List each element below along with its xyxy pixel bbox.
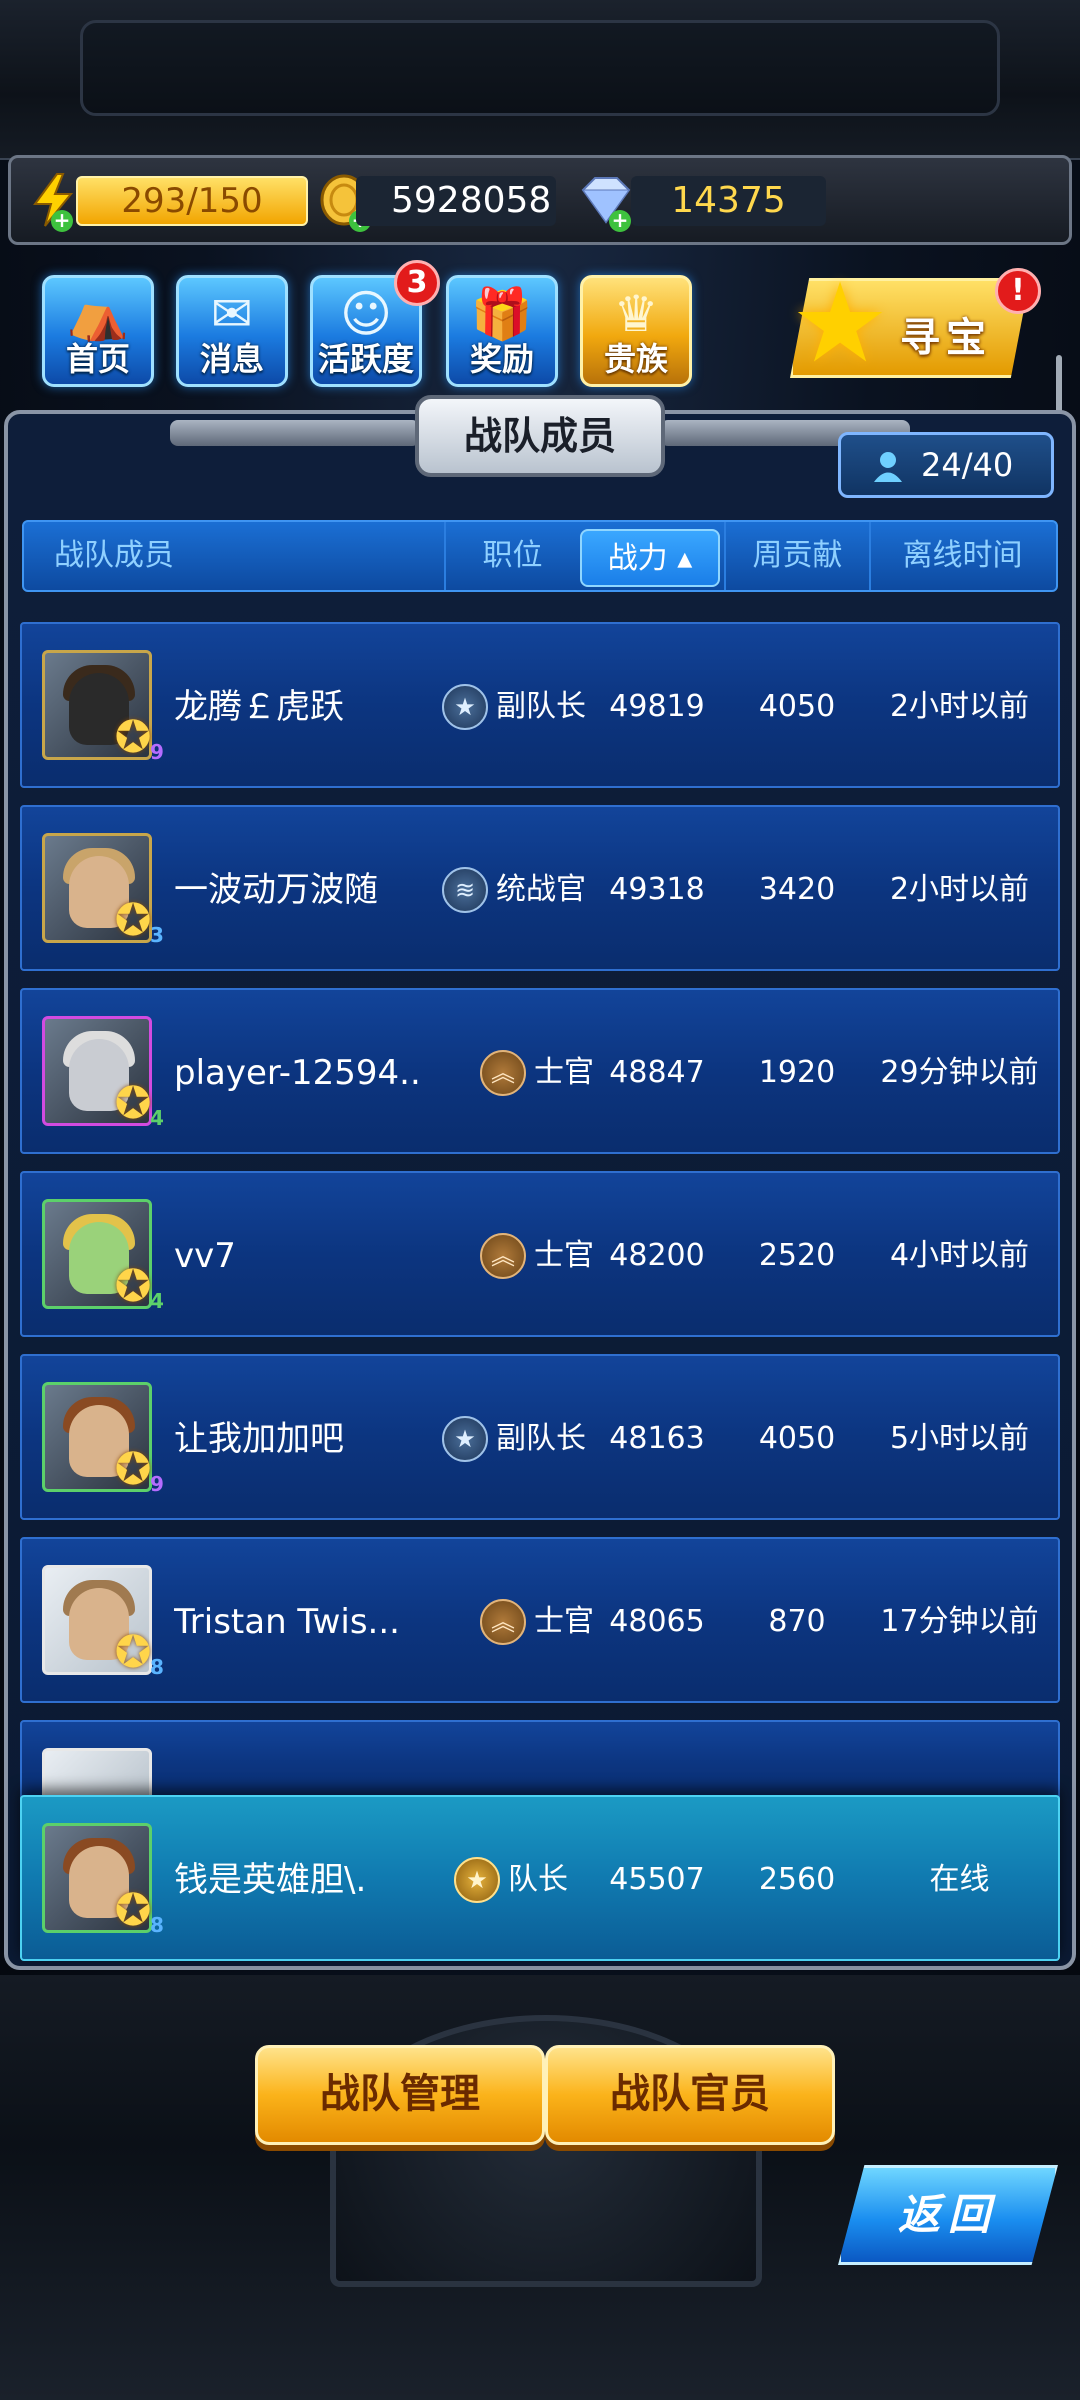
team-manage-button[interactable]: 战队管理 xyxy=(255,2045,545,2145)
member-name: player-12594... xyxy=(174,1053,424,1093)
captain-icon: ★ xyxy=(454,1857,500,1903)
member-power: 48163 xyxy=(609,1421,705,1456)
member-name: 让我加加吧 xyxy=(174,1419,344,1459)
member-offline: 2小时以前 xyxy=(889,872,1030,907)
nav-noble-label: 贵族 xyxy=(603,340,668,378)
member-name: 一波动万波随 xyxy=(174,870,378,910)
rank-level: 9 xyxy=(150,740,164,764)
member-power: 48065 xyxy=(609,1604,705,1639)
resource-bar: + 293/150 + 5928058 + 14375 xyxy=(8,155,1072,245)
rank-level: 4 xyxy=(150,1106,164,1130)
table-row[interactable]: ✪ 4 vv7 ︽ 士官 48200 2520 4小时以前 xyxy=(20,1171,1060,1337)
sergeant-icon: ︽ xyxy=(480,1050,526,1096)
member-power: 49318 xyxy=(609,872,705,907)
table-row[interactable]: ✪ 9 龙腾￡虎跃 ★ 副队长 49819 4050 2小时以前 xyxy=(20,622,1060,788)
table-header: 战队成员 职位 战力 ▴ 周贡献 离线时间 xyxy=(22,520,1058,592)
member-role: 士官 xyxy=(534,1055,594,1090)
member-weekly: 2560 xyxy=(758,1862,836,1897)
nav-noble-button[interactable]: ♛ 贵族 xyxy=(580,275,692,387)
commander-icon: ≋ xyxy=(442,867,488,913)
self-member-row[interactable]: ✪ 8 钱是英雄胆\. ★ 队长 45507 2560 在线 xyxy=(20,1795,1060,1961)
member-count-badge: 24/40 xyxy=(838,432,1054,498)
rank-level: 8 xyxy=(150,1913,164,1937)
member-role: 副队长 xyxy=(496,1421,586,1456)
back-button[interactable]: 返回 xyxy=(838,2165,1058,2265)
gold-value: 5928058 xyxy=(356,176,556,226)
member-offline: 2小时以前 xyxy=(889,689,1030,724)
add-energy-icon[interactable]: + xyxy=(51,210,73,232)
panel-title: 战队成员 xyxy=(415,395,665,477)
treasure-hunt-label: 寻宝 xyxy=(900,315,992,361)
member-weekly: 4050 xyxy=(758,689,836,724)
member-role: 士官 xyxy=(534,1238,594,1273)
member-name: 钱是英雄胆\. xyxy=(174,1860,367,1900)
header-member: 战队成员 xyxy=(54,538,174,573)
header-position[interactable]: 职位 xyxy=(444,522,579,590)
sergeant-icon: ︽ xyxy=(480,1599,526,1645)
star-jet-icon: ★ xyxy=(790,259,890,387)
member-weekly: 3420 xyxy=(758,872,836,907)
table-row[interactable]: ✪ 8 Tristan Twis... ︽ 士官 48065 870 17分钟以… xyxy=(20,1537,1060,1703)
member-weekly: 4050 xyxy=(758,1421,836,1456)
add-gems-icon[interactable]: + xyxy=(609,210,631,232)
member-power: 48847 xyxy=(609,1055,705,1090)
member-offline: 17分钟以前 xyxy=(880,1604,1039,1639)
rank-level: 3 xyxy=(150,923,164,947)
nav-messages-label: 消息 xyxy=(199,340,264,378)
member-power: 48200 xyxy=(609,1238,705,1273)
member-name: Tristan Twis... xyxy=(174,1602,400,1642)
nav-messages-button[interactable]: ✉ 消息 xyxy=(176,275,288,387)
nav-rewards-button[interactable]: 🎁 奖励 xyxy=(446,275,558,387)
member-weekly: 870 xyxy=(768,1604,826,1639)
title-wing-left xyxy=(170,420,420,446)
member-role: 队长 xyxy=(508,1862,568,1897)
team-officers-button[interactable]: 战队官员 xyxy=(545,2045,835,2145)
member-offline: 29分钟以前 xyxy=(880,1055,1039,1090)
member-role: 副队长 xyxy=(496,689,586,724)
vice-captain-icon: ★ xyxy=(442,1416,488,1462)
nav-rewards-label: 奖励 xyxy=(469,340,534,378)
member-name: vv7 xyxy=(174,1236,236,1276)
activity-notification-badge: 3 xyxy=(394,260,440,306)
game-screen: + 293/150 + 5928058 + 14375 ⛺ 首页 ✉ 消息 ☺ … xyxy=(0,0,1080,2400)
table-row[interactable]: ✪ 3 一波动万波随 ≋ 统战官 49318 3420 2小时以前 xyxy=(20,805,1060,971)
table-row[interactable]: ✪ 9 让我加加吧 ★ 副队长 48163 4050 5小时以前 xyxy=(20,1354,1060,1520)
vice-captain-icon: ★ xyxy=(442,684,488,730)
header-weekly-contribution[interactable]: 周贡献 xyxy=(724,522,869,590)
member-power: 49819 xyxy=(609,689,705,724)
sergeant-icon: ︽ xyxy=(480,1233,526,1279)
header-offline-time[interactable]: 离线时间 xyxy=(869,522,1054,590)
treasure-alert-badge: ! xyxy=(995,268,1041,314)
members-icon xyxy=(874,452,902,482)
gems-value: 14375 xyxy=(631,176,826,226)
member-role: 士官 xyxy=(534,1604,594,1639)
rank-level: 4 xyxy=(150,1289,164,1313)
member-count-value: 24/40 xyxy=(921,446,1014,484)
member-weekly: 1920 xyxy=(758,1055,836,1090)
member-weekly: 2520 xyxy=(758,1238,836,1273)
member-role: 统战官 xyxy=(496,872,586,907)
member-offline: 4小时以前 xyxy=(889,1238,1030,1273)
member-power: 45507 xyxy=(609,1862,705,1897)
nav-home-button[interactable]: ⛺ 首页 xyxy=(42,275,154,387)
top-metal-frame xyxy=(0,0,1080,160)
nav-activity-label: 活跃度 xyxy=(317,340,414,378)
rank-level: 8 xyxy=(150,1655,164,1679)
header-power-sorted[interactable]: 战力 ▴ xyxy=(580,529,720,587)
rank-level: 9 xyxy=(150,1472,164,1496)
energy-value: 293/150 xyxy=(76,176,308,226)
table-row[interactable]: ✪ 4 player-12594... ︽ 士官 48847 1920 29分钟… xyxy=(20,988,1060,1154)
member-online-status: 在线 xyxy=(929,1862,990,1897)
member-offline: 5小时以前 xyxy=(889,1421,1030,1456)
nav-home-label: 首页 xyxy=(65,340,130,378)
member-name: 龙腾￡虎跃 xyxy=(174,687,344,727)
